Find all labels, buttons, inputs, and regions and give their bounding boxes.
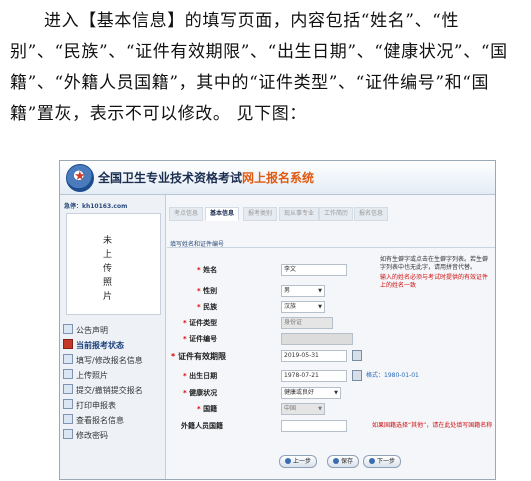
gender-select[interactable]: 男 ▼ — [281, 285, 325, 297]
site-banner: ★ 全国卫生专业技术资格考试网上报名系统 — [60, 161, 495, 195]
name-hint: 如有生僻字或点击在生僻字列表。若生僻字列表中也无此字，请用拼音代替。 — [380, 256, 489, 271]
id-validity-field[interactable]: 2019-05-31 — [281, 350, 347, 362]
main-panel: 考点信息 基本信息 报考类别 现从事专业 工作简历 报名信息 填写姓名和证件编号… — [167, 195, 495, 479]
registration-screenshot: ★ 全国卫生专业技术资格考试网上报名系统 急停：kh10163.com 未上传照… — [59, 160, 496, 480]
site-title-main: 全国卫生专业技术资格考试 — [98, 171, 243, 185]
tab-current-specialty[interactable]: 现从事专业 — [279, 207, 320, 221]
name-warning: 输入的姓名必须与考试时提供的有效证件上的姓名一致 — [380, 274, 489, 289]
prev-button[interactable]: 上一步 — [279, 455, 318, 468]
birth-date-field[interactable]: 1978-07-21 — [281, 370, 347, 382]
foreign-nationality-label: 外籍人员国籍 — [181, 422, 223, 430]
tab-exam-category[interactable]: 报考类别 — [243, 207, 278, 221]
sidebar-item-label: 提交/撤销提交报名 — [76, 386, 143, 395]
health-label: * 健康状况 — [183, 389, 218, 397]
health-select[interactable]: 健康或良好 ▼ — [281, 387, 341, 399]
id-number-field — [281, 333, 353, 345]
nationality-select: 中国 ▼ — [281, 403, 325, 415]
sidebar: 急停：kh10163.com 未上传照片 公告声明 当前报考状态 填写/修改报名… — [60, 195, 166, 479]
sidebar-item-label: 打印申报表 — [76, 401, 116, 410]
id-number-label: * 证件编号 — [183, 335, 218, 343]
user-id: 急停：kh10163.com — [64, 203, 128, 210]
sidebar-menu: 公告声明 当前报考状态 填写/修改报名信息 上传照片 提交/撤销提交报名 打印申… — [60, 323, 165, 443]
photo-placeholder: 未上传照片 — [66, 213, 161, 315]
id-validity-label: * 证件有效期限 — [171, 352, 226, 361]
upload-icon — [63, 369, 73, 379]
view-icon — [63, 414, 73, 424]
nationality-label: * 国籍 — [197, 405, 218, 413]
sidebar-item-upload-photo[interactable]: 上传照片 — [63, 368, 165, 383]
sidebar-item-label: 修改密码 — [76, 431, 108, 440]
sidebar-item-print[interactable]: 打印申报表 — [63, 398, 165, 413]
id-type-label: * 证件类型 — [183, 319, 218, 327]
arrow-right-icon — [369, 458, 375, 464]
intro-paragraph: 进入【基本信息】的填写页面，内容包括“姓名”、“性别”、“民族”、“证件有效期限… — [10, 6, 522, 130]
announcement-icon — [63, 324, 73, 334]
save-icon — [333, 458, 339, 464]
ethnicity-select[interactable]: 汉族 ▼ — [281, 301, 325, 313]
chevron-down-icon: ▼ — [318, 288, 322, 294]
calendar-icon[interactable] — [352, 370, 362, 381]
tab-work-history[interactable]: 工作简历 — [319, 207, 354, 221]
sidebar-item-submit[interactable]: 提交/撤销提交报名 — [63, 383, 165, 398]
sidebar-item-label: 上传照片 — [76, 371, 108, 380]
site-title: 全国卫生专业技术资格考试网上报名系统 — [98, 169, 314, 186]
password-icon — [63, 429, 73, 439]
sidebar-item-announcement[interactable]: 公告声明 — [63, 323, 165, 338]
foreign-nationality-field[interactable] — [281, 420, 347, 432]
sidebar-item-label: 填写/修改报名信息 — [76, 356, 143, 365]
gender-label: * 性别 — [197, 287, 218, 295]
birth-date-label: * 出生日期 — [183, 372, 218, 380]
print-icon — [63, 399, 73, 409]
sidebar-item-status[interactable]: 当前报考状态 — [63, 338, 165, 353]
next-button[interactable]: 下一步 — [363, 455, 402, 468]
tab-exam-site[interactable]: 考点信息 — [169, 207, 204, 221]
photo-placeholder-text: 未上传照片 — [103, 236, 113, 302]
sidebar-item-label: 公告声明 — [76, 326, 108, 335]
site-title-highlight: 网上报名系统 — [242, 171, 315, 185]
section-divider — [167, 247, 495, 248]
name-label: * 姓名 — [197, 266, 218, 274]
save-button[interactable]: 保存 — [327, 455, 360, 468]
tab-basic-info[interactable]: 基本信息 — [205, 207, 240, 221]
sidebar-item-label: 当前报考状态 — [76, 341, 124, 350]
sidebar-item-view-info[interactable]: 查看报名信息 — [63, 413, 165, 428]
emblem-logo: ★ — [66, 164, 94, 192]
chevron-down-icon: ▼ — [318, 406, 322, 412]
chevron-down-icon: ▼ — [318, 304, 322, 310]
foreign-nationality-note: 如果国籍选择“其他”，请在此处填写国籍名称 — [372, 422, 493, 429]
sidebar-item-change-password[interactable]: 修改密码 — [63, 428, 165, 443]
status-icon — [63, 339, 73, 349]
id-type-field: 身份证 — [281, 317, 333, 329]
calendar-icon[interactable] — [352, 350, 362, 361]
intro-paragraph-text: 进入【基本信息】的填写页面，内容包括“姓名”、“性别”、“民族”、“证件有效期限… — [10, 11, 508, 124]
sidebar-item-edit-info[interactable]: 填写/修改报名信息 — [63, 353, 165, 368]
sidebar-item-label: 查看报名信息 — [76, 416, 124, 425]
arrow-left-icon — [285, 458, 291, 464]
tab-registration-info[interactable]: 报名信息 — [354, 207, 389, 221]
submit-icon — [63, 384, 73, 394]
edit-icon — [63, 354, 73, 364]
ethnicity-label: * 民族 — [197, 303, 218, 311]
chevron-down-icon: ▼ — [334, 390, 338, 396]
birth-date-format: 格式：1980-01-01 — [366, 372, 419, 379]
name-field[interactable]: 李文 — [281, 264, 347, 276]
